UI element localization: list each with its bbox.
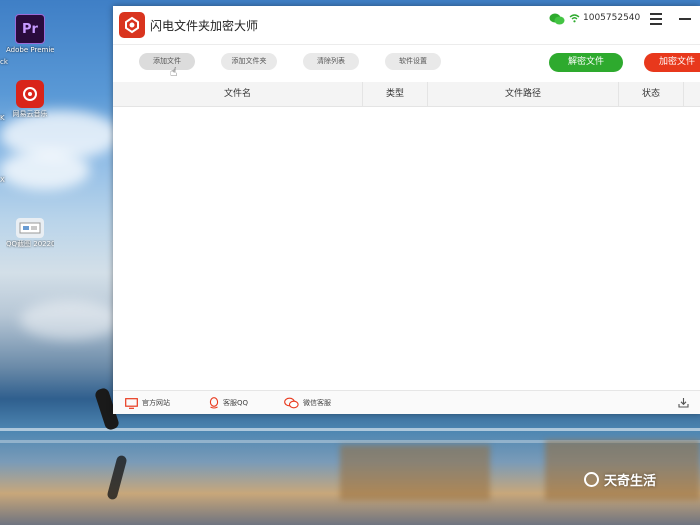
download-icon[interactable] bbox=[678, 397, 689, 408]
qq-support-link[interactable]: 客服QQ bbox=[209, 396, 248, 410]
app-title: 闪电文件夹加密大师 bbox=[150, 19, 259, 33]
add-folder-button[interactable]: 添加文件夹 bbox=[221, 53, 277, 70]
app-window: 闪电文件夹加密大师 1005752540 添加文件 添加文件夹 清除列表 软件设… bbox=[113, 6, 700, 414]
sand-reflection bbox=[340, 445, 490, 500]
wifi-icon bbox=[569, 14, 580, 23]
wechat-icon[interactable] bbox=[549, 12, 565, 26]
cloud bbox=[20, 300, 120, 340]
cloud bbox=[0, 150, 90, 190]
clear-list-button[interactable]: 清除列表 bbox=[303, 53, 359, 70]
footer-bar: 官方网站 客服QQ 微信客服 bbox=[113, 390, 700, 414]
toolbar: 添加文件 添加文件夹 清除列表 软件设置 解密文件 加密文件 ☝ bbox=[113, 44, 700, 83]
hamburger-menu-icon[interactable] bbox=[650, 13, 662, 25]
settings-button[interactable]: 软件设置 bbox=[385, 53, 441, 70]
clipped-desktop-label: X bbox=[0, 176, 5, 184]
watermark-logo-icon bbox=[584, 472, 599, 487]
file-table-header: 文件名 类型 文件路径 状态 bbox=[113, 82, 700, 107]
decrypt-button[interactable]: 解密文件 bbox=[549, 53, 623, 72]
premiere-icon: Pr bbox=[15, 14, 45, 44]
app-logo-icon bbox=[119, 12, 145, 38]
file-list[interactable] bbox=[113, 107, 700, 390]
monitor-icon bbox=[125, 397, 138, 409]
minimize-icon[interactable] bbox=[679, 18, 691, 20]
watermark: 天奇生活 bbox=[584, 470, 656, 489]
wechat-outline-icon bbox=[284, 397, 299, 409]
wave-line bbox=[0, 428, 700, 431]
clipped-desktop-label: ck bbox=[0, 58, 8, 66]
encrypt-button[interactable]: 加密文件 bbox=[644, 53, 700, 72]
qq-icon bbox=[209, 397, 219, 409]
account-id: 1005752540 bbox=[583, 13, 641, 23]
hand-cursor-icon: ☝ bbox=[170, 65, 178, 79]
runner-reflection bbox=[106, 454, 128, 501]
image-file-icon bbox=[16, 218, 44, 238]
title-bar: 闪电文件夹加密大师 1005752540 bbox=[113, 6, 700, 44]
website-link[interactable]: 官方网站 bbox=[125, 396, 170, 410]
column-status[interactable]: 状态 bbox=[619, 82, 684, 106]
wechat-support-link[interactable]: 微信客服 bbox=[284, 396, 331, 410]
add-file-button[interactable]: 添加文件 bbox=[139, 53, 195, 70]
desktop-icon-screenshot[interactable]: QQ截图 2022082... bbox=[6, 218, 54, 249]
column-path[interactable]: 文件路径 bbox=[428, 82, 619, 106]
desktop-icon-netease-music[interactable]: 网易云音乐 bbox=[6, 80, 54, 119]
column-type[interactable]: 类型 bbox=[363, 82, 428, 106]
column-filename[interactable]: 文件名 bbox=[113, 82, 363, 106]
desktop-icon-premiere[interactable]: Pr Adobe Premie... bbox=[6, 14, 54, 55]
clipped-desktop-label: K bbox=[0, 114, 5, 122]
netease-music-icon bbox=[16, 80, 44, 108]
